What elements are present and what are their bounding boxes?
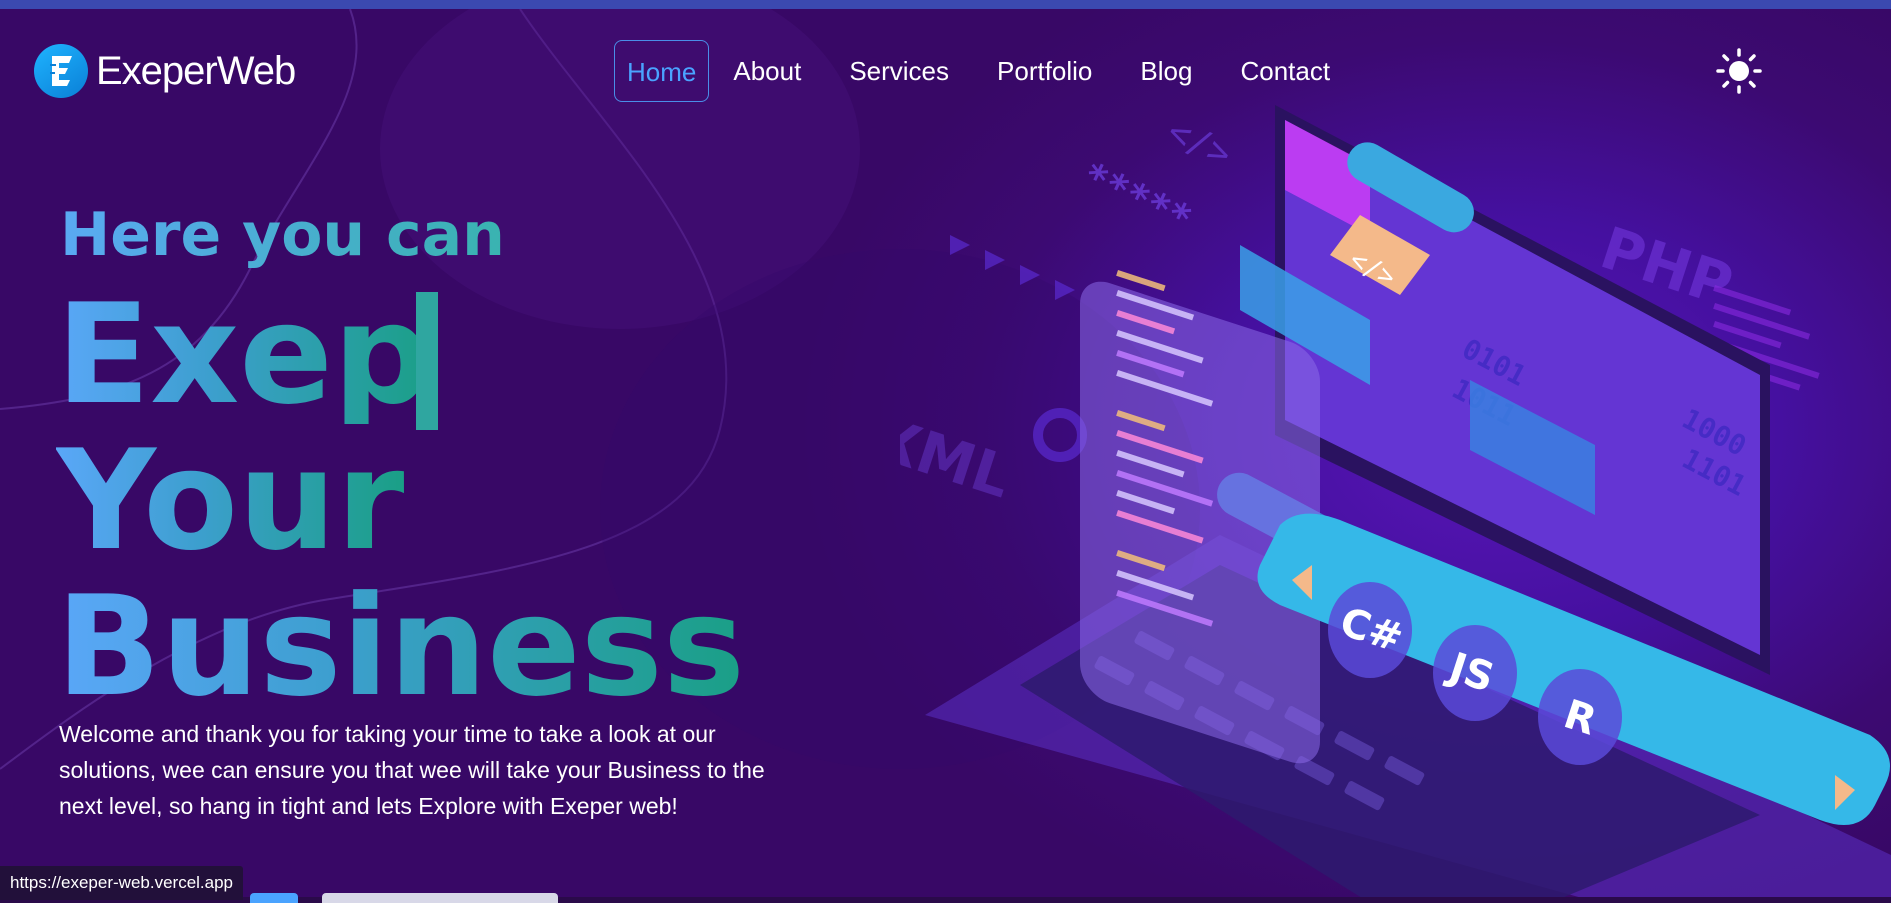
status-bar-url: https://exeper-web.vercel.app bbox=[0, 866, 244, 900]
bottom-button-partial[interactable] bbox=[250, 893, 298, 903]
bottom-button-partial-2[interactable] bbox=[322, 893, 558, 903]
hero-line-business: Business bbox=[56, 566, 745, 727]
sun-icon bbox=[1716, 48, 1762, 94]
svg-text:</>: </> bbox=[1161, 111, 1237, 176]
hero-typed-word: Exep bbox=[56, 274, 432, 435]
main-nav: Home About Services Portfolio Blog Conta… bbox=[614, 40, 1354, 102]
nav-item-contact[interactable]: Contact bbox=[1216, 40, 1354, 102]
theme-toggle-button[interactable] bbox=[1716, 48, 1762, 94]
hero-illustration: PHP XML ***** </> 0101 1000 1101 </> C# … bbox=[900, 105, 1891, 903]
brand-name: ExeperWeb bbox=[96, 48, 296, 93]
logo-e-icon bbox=[34, 44, 88, 98]
hero-line-your: Your bbox=[56, 420, 405, 581]
hero-description: Welcome and thank you for taking your ti… bbox=[59, 721, 765, 819]
nav-item-blog[interactable]: Blog bbox=[1116, 40, 1216, 102]
top-accent-line bbox=[0, 0, 1891, 9]
nav-item-home[interactable]: Home bbox=[614, 40, 710, 102]
brand-logo[interactable]: ExeperWeb bbox=[34, 44, 296, 98]
asterisks-label: ***** bbox=[1076, 153, 1198, 241]
gear-icon bbox=[1033, 408, 1087, 462]
nav-item-about[interactable]: About bbox=[733, 40, 825, 102]
nav-item-services[interactable]: Services bbox=[825, 40, 973, 102]
xml-label: XML bbox=[900, 404, 1019, 512]
play-triangles bbox=[950, 235, 1075, 300]
nav-item-portfolio[interactable]: Portfolio bbox=[973, 40, 1116, 102]
typing-cursor bbox=[416, 292, 438, 430]
hero-kicker: Here you can bbox=[60, 200, 505, 270]
